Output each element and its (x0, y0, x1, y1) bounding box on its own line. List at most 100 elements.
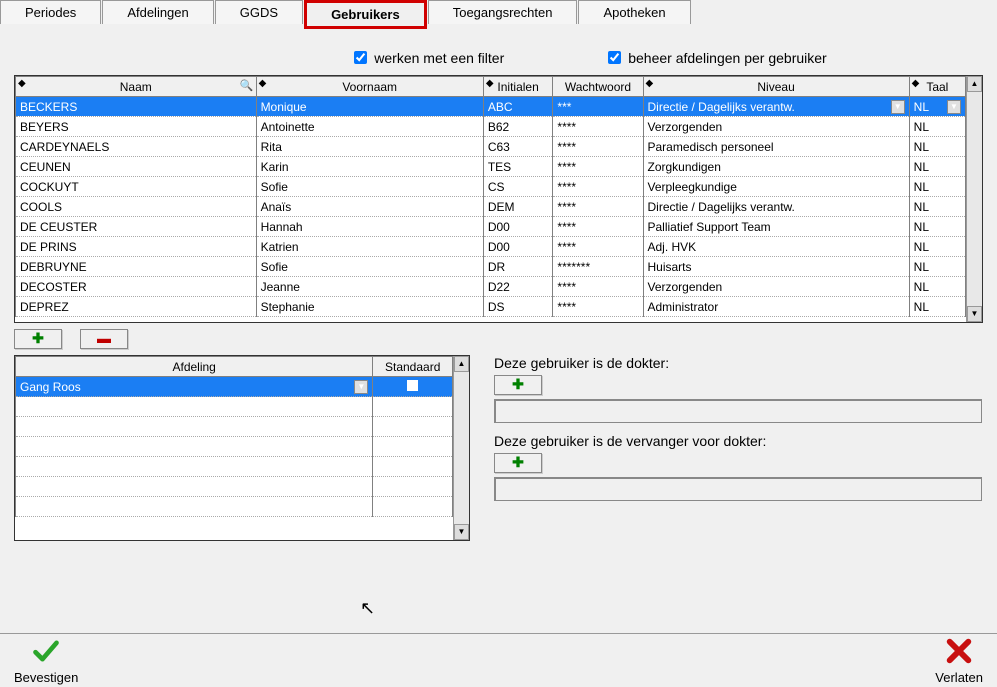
table-row[interactable]: COCKUYTSofieCS****VerpleegkundigeNL (16, 177, 966, 197)
doctor-field[interactable] (494, 399, 982, 423)
scroll-up-icon[interactable]: ▲ (967, 76, 982, 92)
col-standaard[interactable]: Standaard (373, 357, 453, 377)
cell-initialen[interactable]: ABC (483, 97, 553, 117)
col-voornaam[interactable]: ◆Voornaam (256, 77, 483, 97)
filter-chk-input[interactable] (354, 51, 367, 64)
cell-standaard[interactable] (373, 437, 453, 457)
cell-initialen[interactable]: C63 (483, 137, 553, 157)
cell-standaard[interactable] (373, 457, 453, 477)
cell-taal[interactable]: NL (909, 237, 965, 257)
users-scrollbar[interactable]: ▲ ▼ (966, 76, 982, 322)
search-icon[interactable]: 🔍 (240, 79, 254, 92)
table-row[interactable] (16, 437, 453, 457)
cell-wachtwoord[interactable]: **** (553, 157, 643, 177)
table-row[interactable]: COOLSAnaïsDEM****Directie / Dagelijks ve… (16, 197, 966, 217)
tab-gebruikers[interactable]: Gebruikers (304, 0, 427, 29)
table-row[interactable]: DE PRINSKatrienD00****Adj. HVKNL (16, 237, 966, 257)
cell-standaard[interactable] (373, 417, 453, 437)
cell-taal[interactable]: NL (909, 117, 965, 137)
checkbox-icon[interactable] (407, 380, 418, 391)
cell-niveau[interactable]: Verzorgenden (643, 277, 909, 297)
table-row[interactable]: CARDEYNAELSRitaC63****Paramedisch person… (16, 137, 966, 157)
cell-niveau[interactable]: Paramedisch personeel (643, 137, 909, 157)
table-row[interactable]: BEYERSAntoinetteB62****VerzorgendenNL (16, 117, 966, 137)
beheer-chk-input[interactable] (608, 51, 621, 64)
col-taal[interactable]: ◆Taal (909, 77, 965, 97)
cell-wachtwoord[interactable]: *** (553, 97, 643, 117)
cell-afdeling[interactable] (16, 497, 373, 517)
afdeling-table[interactable]: Afdeling Standaard Gang Roos▼ (15, 356, 453, 517)
cell-standaard[interactable] (373, 497, 453, 517)
cell-wachtwoord[interactable]: **** (553, 297, 643, 317)
cell-wachtwoord[interactable]: **** (553, 237, 643, 257)
cell-initialen[interactable]: D22 (483, 277, 553, 297)
table-row[interactable]: CEUNENKarinTES****ZorgkundigenNL (16, 157, 966, 177)
cell-initialen[interactable]: TES (483, 157, 553, 177)
cell-voornaam[interactable]: Karin (256, 157, 483, 177)
beheer-checkbox[interactable]: beheer afdelingen per gebruiker (604, 48, 826, 67)
table-row[interactable]: DE CEUSTERHannahD00****Palliatief Suppor… (16, 217, 966, 237)
cell-naam[interactable]: DEPREZ (16, 297, 257, 317)
cell-taal[interactable]: NL (909, 297, 965, 317)
cell-taal[interactable]: NL (909, 177, 965, 197)
cell-afdeling[interactable] (16, 397, 373, 417)
cell-niveau[interactable]: Zorgkundigen (643, 157, 909, 177)
cell-naam[interactable]: BECKERS (16, 97, 257, 117)
cell-naam[interactable]: DECOSTER (16, 277, 257, 297)
cell-naam[interactable]: DEBRUYNE (16, 257, 257, 277)
cell-taal[interactable]: NL (909, 277, 965, 297)
scroll-up-icon[interactable]: ▲ (454, 356, 469, 372)
chevron-down-icon[interactable]: ▼ (891, 100, 905, 114)
cell-wachtwoord[interactable]: **** (553, 217, 643, 237)
cell-wachtwoord[interactable]: **** (553, 277, 643, 297)
substitute-field[interactable] (494, 477, 982, 501)
scroll-down-icon[interactable]: ▼ (454, 524, 469, 540)
cell-taal[interactable]: NL (909, 197, 965, 217)
table-row[interactable]: BECKERSMoniqueABC***Directie / Dagelijks… (16, 97, 966, 117)
cell-standaard[interactable] (373, 377, 453, 397)
cell-initialen[interactable]: D00 (483, 217, 553, 237)
cell-voornaam[interactable]: Sofie (256, 177, 483, 197)
cell-taal[interactable]: NL (909, 137, 965, 157)
cell-initialen[interactable]: DR (483, 257, 553, 277)
chevron-down-icon[interactable]: ▼ (354, 380, 368, 394)
users-table[interactable]: ◆Naam🔍 ◆Voornaam ◆Initialen Wachtwoord ◆… (15, 76, 966, 317)
col-wachtwoord[interactable]: Wachtwoord (553, 77, 643, 97)
tab-apotheken[interactable]: Apotheken (578, 0, 690, 24)
cell-voornaam[interactable]: Monique (256, 97, 483, 117)
add-button[interactable]: ✚ (14, 329, 62, 349)
table-row[interactable] (16, 497, 453, 517)
table-row[interactable]: Gang Roos▼ (16, 377, 453, 397)
cell-wachtwoord[interactable]: **** (553, 117, 643, 137)
remove-button[interactable]: ▬ (80, 329, 128, 349)
cell-initialen[interactable]: CS (483, 177, 553, 197)
cell-niveau[interactable]: Huisarts (643, 257, 909, 277)
cell-naam[interactable]: COCKUYT (16, 177, 257, 197)
cell-niveau[interactable]: Adj. HVK (643, 237, 909, 257)
tab-periodes[interactable]: Periodes (0, 0, 101, 24)
add-substitute-button[interactable]: ✚ (494, 453, 542, 473)
cell-afdeling[interactable]: Gang Roos▼ (16, 377, 373, 397)
cell-niveau[interactable]: Verpleegkundige (643, 177, 909, 197)
afdeling-scrollbar[interactable]: ▲ ▼ (453, 356, 469, 540)
tab-ggds[interactable]: GGDS (215, 0, 303, 24)
cell-voornaam[interactable]: Jeanne (256, 277, 483, 297)
table-row[interactable]: DECOSTERJeanneD22****VerzorgendenNL (16, 277, 966, 297)
cell-initialen[interactable]: B62 (483, 117, 553, 137)
cell-standaard[interactable] (373, 397, 453, 417)
cell-voornaam[interactable]: Sofie (256, 257, 483, 277)
col-initialen[interactable]: ◆Initialen (483, 77, 553, 97)
col-niveau[interactable]: ◆Niveau (643, 77, 909, 97)
filter-checkbox[interactable]: werken met een filter (350, 48, 504, 67)
cell-voornaam[interactable]: Hannah (256, 217, 483, 237)
leave-button[interactable]: Verlaten (935, 637, 983, 685)
cell-wachtwoord[interactable]: **** (553, 197, 643, 217)
cell-naam[interactable]: DE PRINS (16, 237, 257, 257)
scroll-down-icon[interactable]: ▼ (967, 306, 982, 322)
tab-afdelingen[interactable]: Afdelingen (102, 0, 213, 24)
cell-voornaam[interactable]: Stephanie (256, 297, 483, 317)
cell-afdeling[interactable] (16, 417, 373, 437)
cell-afdeling[interactable] (16, 457, 373, 477)
cell-afdeling[interactable] (16, 477, 373, 497)
chevron-down-icon[interactable]: ▼ (947, 100, 961, 114)
